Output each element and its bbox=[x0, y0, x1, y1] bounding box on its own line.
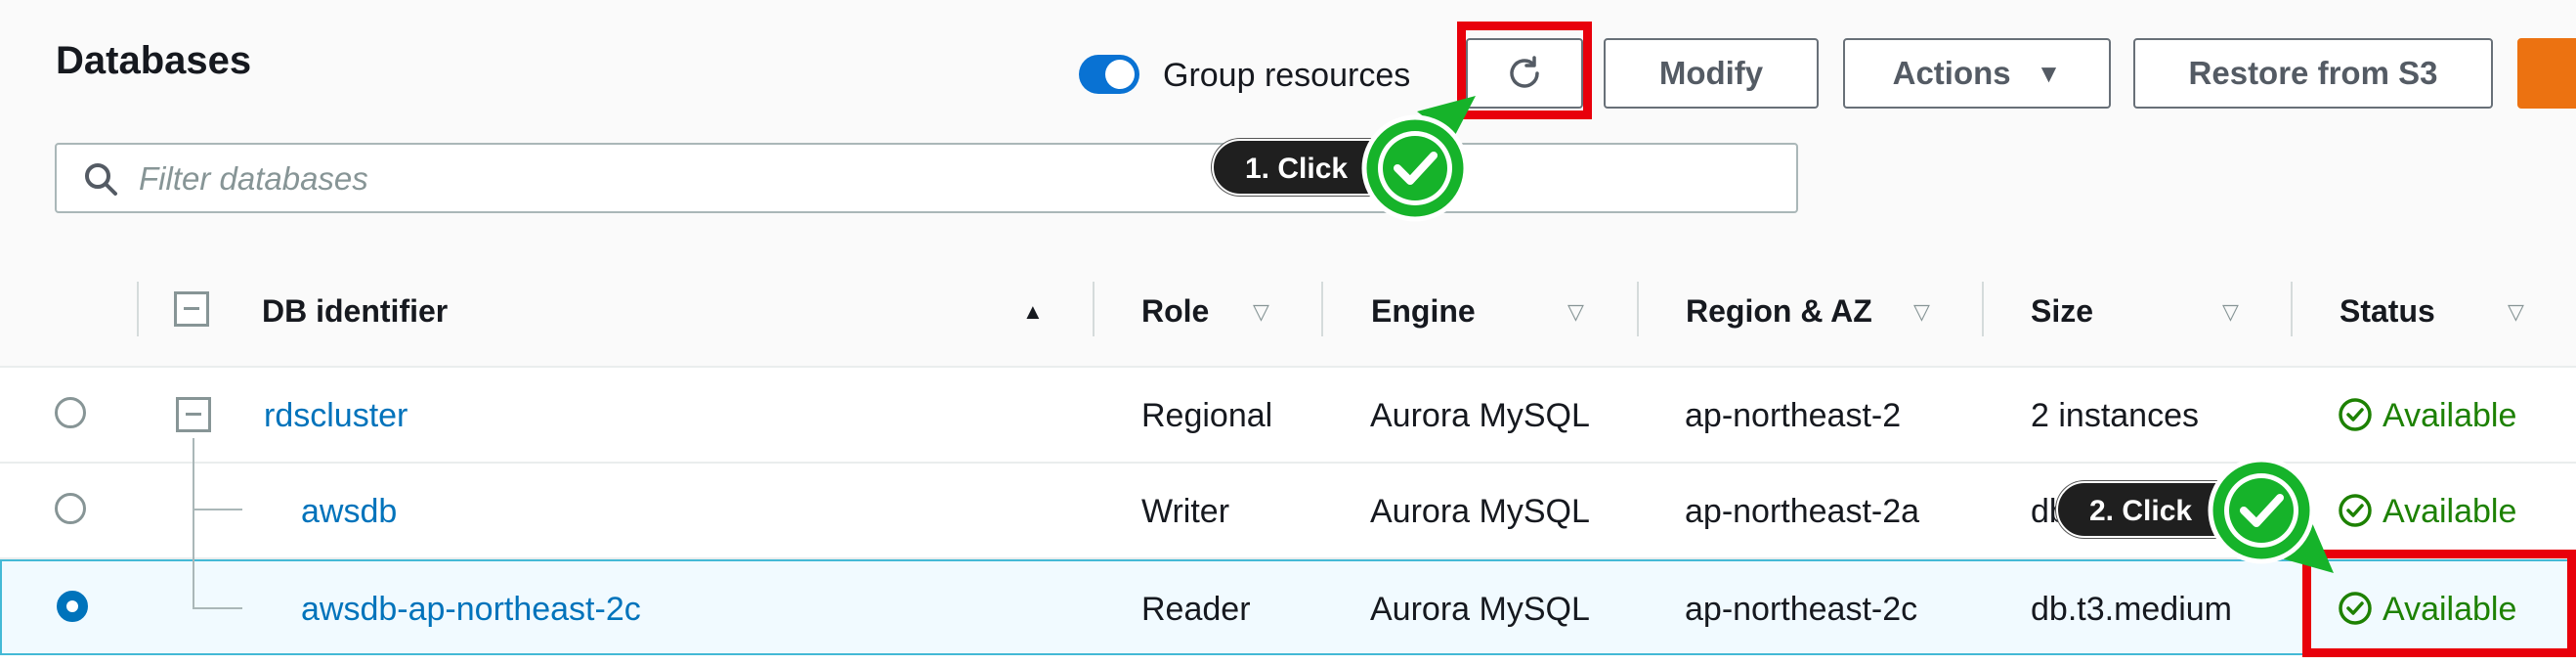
status-text: Available bbox=[2383, 397, 2517, 434]
column-separator bbox=[1093, 282, 1095, 336]
toggle-knob bbox=[1105, 60, 1135, 89]
actions-button[interactable]: Actions ▼ bbox=[1843, 38, 2111, 109]
tree-connector bbox=[193, 438, 194, 609]
modify-button[interactable]: Modify bbox=[1604, 38, 1819, 109]
collapse-all-toggle[interactable] bbox=[174, 291, 209, 327]
search-icon bbox=[85, 163, 117, 196]
group-resources-toggle[interactable] bbox=[1079, 55, 1139, 94]
status-available-icon bbox=[2339, 398, 2372, 431]
caret-down-icon: ▼ bbox=[2036, 58, 2062, 88]
role-cell: Reader bbox=[1141, 591, 1251, 628]
db-identifier-link[interactable]: awsdb bbox=[301, 493, 397, 531]
status-cell: Available bbox=[2338, 493, 2516, 531]
table-row[interactable]: rdscluster Regional Aurora MySQL ap-nort… bbox=[0, 368, 2576, 464]
column-separator bbox=[1321, 282, 1323, 336]
column-separator bbox=[137, 282, 139, 336]
status-cell: Available bbox=[2338, 397, 2516, 435]
engine-cell: Aurora MySQL bbox=[1370, 493, 1590, 530]
column-header-role[interactable]: Role bbox=[1141, 293, 1209, 330]
role-cell: Regional bbox=[1141, 397, 1273, 434]
row-select-radio[interactable] bbox=[55, 397, 86, 428]
column-header-status[interactable]: Status bbox=[2340, 293, 2435, 330]
checkmark-icon bbox=[2208, 457, 2334, 573]
region-cell: ap-northeast-2c bbox=[1685, 591, 1918, 628]
region-cell: ap-northeast-2 bbox=[1685, 397, 1902, 434]
column-header-engine[interactable]: Engine bbox=[1371, 293, 1476, 330]
row-select-radio[interactable] bbox=[55, 493, 86, 524]
cluster-collapse-toggle[interactable] bbox=[176, 397, 211, 432]
column-header-region-az[interactable]: Region & AZ bbox=[1686, 293, 1872, 330]
engine-cell: Aurora MySQL bbox=[1370, 591, 1590, 628]
sort-icon[interactable]: ▽ bbox=[2222, 299, 2239, 325]
column-header-size[interactable]: Size bbox=[2031, 293, 2093, 330]
sort-icon[interactable]: ▽ bbox=[1913, 299, 1930, 325]
create-database-button[interactable] bbox=[2517, 38, 2576, 109]
checkmark-icon bbox=[1361, 96, 1476, 222]
sort-ascending-icon[interactable]: ▲ bbox=[1022, 299, 1044, 325]
size-cell: 2 instances bbox=[2031, 397, 2199, 434]
column-header-db-identifier[interactable]: DB identifier bbox=[262, 293, 448, 330]
region-cell: ap-northeast-2a bbox=[1685, 493, 1920, 530]
table-column-headers: DB identifier ▲ Role ▽ Engine ▽ Region &… bbox=[0, 252, 2576, 368]
highlight-box-status bbox=[2302, 550, 2576, 657]
page-title: Databases bbox=[56, 39, 252, 82]
size-cell: db.t3.medium bbox=[2031, 591, 2232, 628]
db-identifier-link[interactable]: rdscluster bbox=[264, 397, 408, 435]
sort-icon[interactable]: ▽ bbox=[1253, 299, 1269, 325]
column-separator bbox=[1982, 282, 1984, 336]
tree-connector bbox=[193, 607, 242, 609]
table-row-selected[interactable]: awsdb-ap-northeast-2c Reader Aurora MySQ… bbox=[0, 559, 2576, 655]
column-separator bbox=[1637, 282, 1639, 336]
sort-icon[interactable]: ▽ bbox=[2508, 299, 2524, 325]
filter-databases-field[interactable] bbox=[55, 143, 1798, 213]
engine-cell: Aurora MySQL bbox=[1370, 397, 1590, 434]
db-identifier-link[interactable]: awsdb-ap-northeast-2c bbox=[301, 591, 641, 629]
actions-label: Actions bbox=[1892, 55, 2011, 91]
status-available-icon bbox=[2339, 494, 2372, 527]
sort-icon[interactable]: ▽ bbox=[1567, 299, 1584, 325]
tree-connector bbox=[193, 509, 242, 510]
status-text: Available bbox=[2383, 493, 2517, 530]
row-select-radio[interactable] bbox=[57, 591, 88, 622]
role-cell: Writer bbox=[1141, 493, 1230, 530]
restore-from-s3-button[interactable]: Restore from S3 bbox=[2133, 38, 2493, 109]
column-separator bbox=[2291, 282, 2293, 336]
